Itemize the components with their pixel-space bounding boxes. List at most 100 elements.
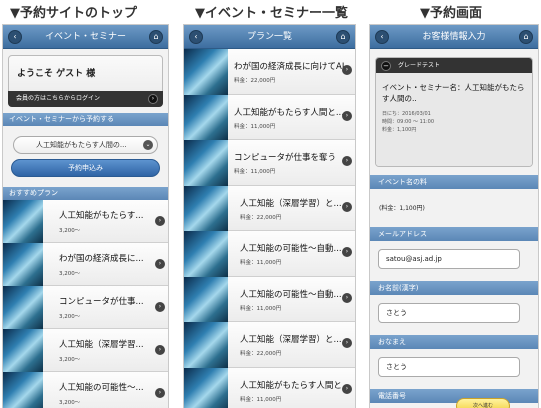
- plan-price: 料金：11,000円: [240, 260, 282, 266]
- chevron-right-icon: ›: [342, 247, 352, 257]
- login-text: 会員の方はこちらからログイン: [16, 95, 101, 102]
- plan-title: 人工知能がもたらす...: [59, 211, 144, 221]
- plan-price: 3,200～: [59, 271, 81, 277]
- plan-thumbnail: [184, 185, 228, 231]
- header-title: プラン一覧: [246, 32, 292, 42]
- list-item[interactable]: わが国の経済成長に向けてAI 料金：22,000円 ›: [184, 49, 355, 95]
- plan-price: 3,200～: [59, 314, 81, 320]
- collapsible-header[interactable]: − グレードテスト: [376, 58, 532, 73]
- plan-price: 料金：22,000円: [240, 351, 282, 357]
- plan-price: 3,200～: [59, 228, 81, 234]
- plan-thumbnail: [184, 276, 228, 322]
- plan-title: 人工知能がもたらす人間と...: [240, 380, 350, 391]
- chevron-right-icon: ›: [155, 388, 165, 398]
- kana-field[interactable]: さとう: [378, 357, 520, 377]
- welcome-text: ようこそ ゲスト 様: [17, 69, 96, 79]
- plan-title: 人工知能（深層学習）と...: [240, 335, 342, 345]
- plan-thumbnail: [184, 140, 228, 186]
- plan-thumbnail: [3, 329, 43, 372]
- plan-title: 人工知能の可能性～自動...: [240, 244, 342, 254]
- list-item[interactable]: 人工知能（深層学習）と... 料金：22,000円 ›: [184, 185, 355, 231]
- event-fee: 料金：1,100円: [382, 127, 417, 133]
- plan-price: 料金：22,000円: [240, 214, 282, 221]
- list-item[interactable]: コンピュータが仕事を奪う 料金：11,000円 ›: [184, 140, 355, 186]
- list-item[interactable]: 人工知能がもたらす人間と... 料金：11,000円 ›: [184, 94, 355, 140]
- caption-reserve: ▼予約画面: [420, 6, 482, 21]
- label-phone: 電話番号: [370, 389, 538, 403]
- event-select[interactable]: 人工知能がもたらす人間の... ⌄: [13, 136, 158, 154]
- plan-title: コンピュータが仕事...: [59, 297, 144, 307]
- home-icon[interactable]: ⌂: [336, 30, 350, 44]
- event-date: 日にち：2016/03/01: [382, 111, 431, 117]
- list-item[interactable]: 人工知能がもたらす... 3,200～ ›: [3, 200, 168, 243]
- section-reserve: イベント・セミナーから予約する: [3, 113, 168, 126]
- name-field[interactable]: さとう: [378, 303, 520, 323]
- next-button[interactable]: 次へ進む: [456, 398, 510, 408]
- header: ‹ プラン一覧 ⌂: [184, 25, 355, 49]
- caption-top: ▼予約サイトのトップ: [10, 6, 137, 21]
- back-icon[interactable]: ‹: [189, 30, 203, 44]
- chevron-right-icon: ›: [342, 338, 352, 348]
- chevron-right-icon: ›: [155, 345, 165, 355]
- chevron-right-icon: ›: [342, 110, 352, 121]
- label-kana: おなまえ: [370, 335, 538, 349]
- header-title: イベント・セミナー: [44, 32, 126, 42]
- home-icon[interactable]: ⌂: [519, 30, 533, 44]
- chevron-right-icon: ›: [155, 216, 165, 226]
- header-title: お客様情報入力: [422, 32, 486, 42]
- plan-title: 人工知能がもたらす人間と...: [234, 107, 344, 118]
- list-item[interactable]: 人工知能の可能性～自動... 料金：11,000円 ›: [184, 231, 355, 277]
- plan-price: 料金：11,000円: [240, 305, 282, 312]
- welcome-box: ようこそ ゲスト 様 会員の方はこちらからログイン ›: [8, 55, 163, 107]
- label-name: お名前(漢字): [370, 281, 538, 295]
- plan-title: 人工知能（深層学習...: [59, 340, 144, 350]
- list-item[interactable]: 人工知能がもたらす人間と... 料金：11,000円 ›: [184, 367, 355, 408]
- list-item[interactable]: 人工知能（深層学習）と... 料金：22,000円 ›: [184, 322, 355, 368]
- event-time: 時間：09:00 ～ 11:00: [382, 119, 434, 125]
- chevron-right-icon: ›: [155, 259, 165, 269]
- list-item[interactable]: 人工知能の可能性～自動... 料金：11,000円 ›: [184, 276, 355, 322]
- plan-thumbnail: [3, 286, 43, 329]
- event-select-value: 人工知能がもたらす人間の...: [36, 141, 127, 149]
- minus-icon: −: [381, 61, 391, 71]
- back-icon[interactable]: ‹: [8, 30, 22, 44]
- apply-button[interactable]: 予約申込み: [11, 159, 160, 177]
- plan-thumbnail: [184, 231, 228, 277]
- list-item[interactable]: わが国の経済成長に... 3,200～ ›: [3, 243, 168, 286]
- email-field[interactable]: satou@asj.ad.jp: [378, 249, 520, 269]
- login-link[interactable]: 会員の方はこちらからログイン ›: [8, 91, 163, 107]
- chevron-right-icon: ›: [342, 201, 352, 212]
- phone-plan-list: ‹ プラン一覧 ⌂ わが国の経済成長に向けてAI 料金：22,000円 › 人工…: [183, 24, 356, 408]
- back-icon[interactable]: ‹: [375, 30, 389, 44]
- plan-title: わが国の経済成長に...: [59, 254, 144, 264]
- label-email: メールアドレス: [370, 227, 538, 241]
- plan-price: 3,200～: [59, 357, 81, 363]
- label-event-fee: イベント名の料: [370, 175, 538, 189]
- chevron-right-icon: ›: [342, 383, 352, 394]
- plan-price: 料金：11,000円: [234, 123, 276, 130]
- reservation-summary: − グレードテスト イベント・セミナー名：人工知能がもたらす人間の.. 日にち：…: [375, 57, 533, 167]
- event-name: イベント・セミナー名：人工知能がもたらす人間の..: [382, 83, 525, 103]
- plan-title: 人工知能（深層学習）と...: [240, 198, 342, 209]
- header: ‹ イベント・セミナー ⌂: [3, 25, 168, 49]
- chevron-right-icon: ›: [155, 302, 165, 312]
- card-title: グレードテスト: [398, 62, 441, 69]
- chevron-right-icon: ›: [342, 156, 352, 166]
- list-item[interactable]: 人工知能の可能性～... 3,200～ ›: [3, 372, 168, 408]
- caption-list: ▼イベント・セミナー一覧: [195, 6, 348, 21]
- home-icon[interactable]: ⌂: [149, 30, 163, 44]
- plan-price: 3,200～: [59, 400, 81, 406]
- plan-thumbnail: [3, 243, 43, 286]
- chevron-right-icon: ›: [148, 94, 158, 104]
- list-item[interactable]: コンピュータが仕事... 3,200～ ›: [3, 286, 168, 329]
- chevron-down-icon: ⌄: [143, 140, 153, 150]
- plan-price: 料金：22,000円: [234, 78, 276, 84]
- plan-thumbnail: [3, 372, 43, 408]
- plan-thumbnail: [3, 200, 43, 243]
- list-item[interactable]: 人工知能（深層学習... 3,200～ ›: [3, 329, 168, 372]
- plan-title: 人工知能の可能性～...: [59, 383, 144, 393]
- phone-top-page: ‹ イベント・セミナー ⌂ ようこそ ゲスト 様 会員の方はこちらからログイン …: [2, 24, 169, 408]
- header: ‹ お客様情報入力 ⌂: [370, 25, 538, 49]
- chevron-right-icon: ›: [342, 65, 352, 75]
- plan-title: コンピュータが仕事を奪う: [234, 153, 337, 163]
